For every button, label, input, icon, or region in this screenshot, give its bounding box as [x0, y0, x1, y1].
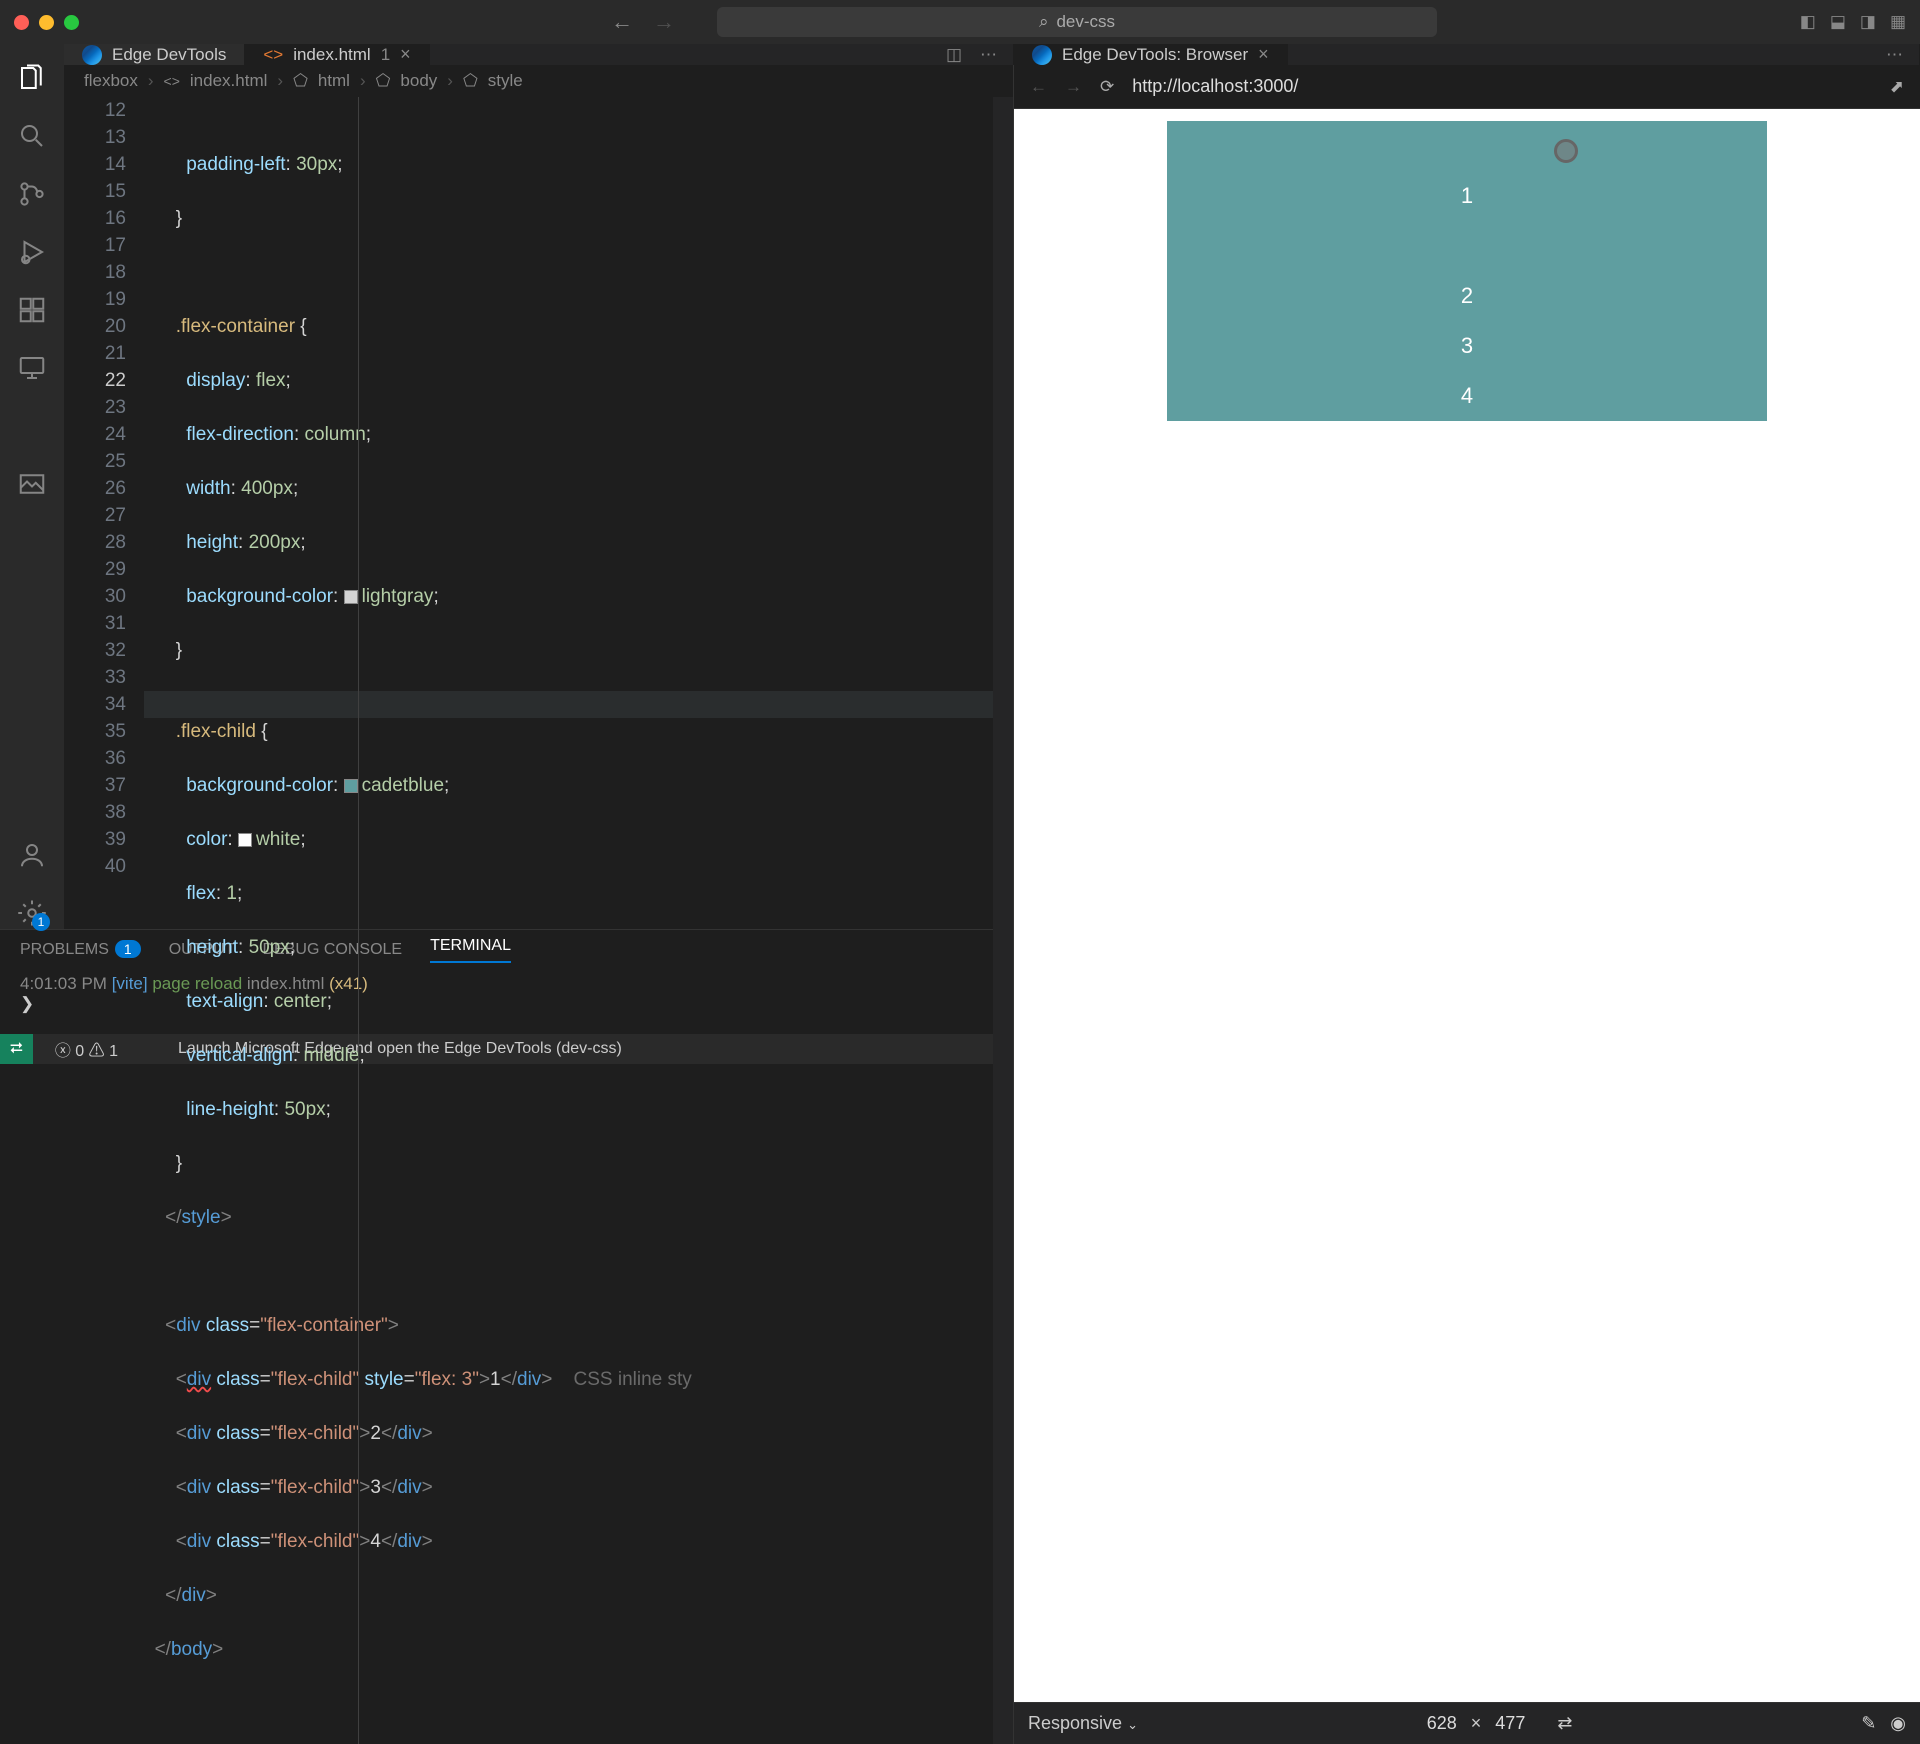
html-file-icon: <> [263, 45, 283, 65]
device-toolbar: Responsive ⌄ 628 × 477 ⇄ ✎ ◉ [1014, 1702, 1920, 1744]
maximize-window[interactable] [64, 15, 79, 30]
customize-layout-icon[interactable]: ▦ [1890, 12, 1906, 32]
reload-icon[interactable]: ⟳ [1100, 77, 1114, 97]
rotate-icon[interactable]: ⇄ [1557, 1713, 1572, 1734]
window-controls [14, 15, 79, 30]
crumb[interactable]: html [318, 71, 350, 91]
run-debug-icon[interactable] [16, 236, 48, 268]
edge-icon [82, 45, 102, 65]
edge-icon [1032, 45, 1052, 65]
eye-icon[interactable]: ◉ [1890, 1713, 1906, 1734]
explorer-icon[interactable] [16, 62, 48, 94]
tab-label: index.html [293, 45, 370, 65]
edge-devtools-icon[interactable] [16, 410, 48, 442]
dirty-count: 1 [381, 45, 390, 65]
activity-bar: 1 [0, 44, 64, 929]
layout-controls: ◧ ⬓ ◨ ▦ [1800, 12, 1906, 32]
dimension-separator-icon: × [1471, 1713, 1482, 1734]
settings-badge: 1 [32, 913, 50, 931]
crumb[interactable]: flexbox [84, 71, 138, 91]
crumb[interactable]: style [488, 71, 523, 91]
browser-forward-icon[interactable]: → [1065, 77, 1082, 97]
browser-preview: ← → ⟳ http://localhost:3000/ ⬈ 1 2 3 4 [1014, 65, 1920, 1744]
editor-tabs: Edge DevTools <> index.html 1 × ◫ ⋯ Edge… [64, 44, 1920, 65]
url-bar[interactable]: http://localhost:3000/ [1132, 76, 1298, 97]
nav-back-icon[interactable]: ← [611, 9, 633, 35]
toggle-primary-sidebar-icon[interactable]: ◧ [1800, 12, 1816, 32]
accounts-icon[interactable] [16, 839, 48, 871]
search-sidebar-icon[interactable] [16, 120, 48, 152]
preview-viewport[interactable]: 1 2 3 4 [1014, 109, 1920, 1702]
tab-index-html[interactable]: <> index.html 1 × [245, 44, 429, 65]
titlebar: ← → ⌕ dev-css ◧ ⬓ ◨ ▦ [0, 0, 1920, 44]
browser-toolbar: ← → ⟳ http://localhost:3000/ ⬈ [1014, 65, 1920, 109]
code-editor[interactable]: flexbox› <> index.html› ⬠ html› ⬠ body› … [64, 65, 1014, 1744]
tab-edge-devtools[interactable]: Edge DevTools [64, 44, 245, 65]
workspace-name: dev-css [1056, 12, 1115, 32]
rendered-item: 3 [1167, 321, 1767, 371]
screencast-cursor-icon [1554, 139, 1578, 163]
close-tab-icon[interactable]: × [400, 44, 411, 65]
tab-label: Edge DevTools [112, 45, 226, 65]
viewport-width[interactable]: 628 [1427, 1713, 1457, 1734]
rendered-item: 2 [1167, 271, 1767, 321]
extensions-icon[interactable] [16, 294, 48, 326]
line-gutter: 1213141516171819202122232425262728293031… [64, 97, 144, 1744]
tab-edge-browser[interactable]: Edge DevTools: Browser × [1014, 44, 1288, 65]
code-content[interactable]: padding-left: 30px; } .flex-container { … [144, 97, 1013, 1744]
breadcrumb[interactable]: flexbox› <> index.html› ⬠ html› ⬠ body› … [64, 65, 1013, 97]
more-actions-icon[interactable]: ⋯ [1886, 45, 1903, 65]
crumb[interactable]: index.html [190, 71, 267, 91]
remote-explorer-icon[interactable] [16, 352, 48, 384]
toggle-panel-icon[interactable]: ⬓ [1830, 12, 1846, 32]
device-mode[interactable]: Responsive ⌄ [1028, 1713, 1138, 1734]
source-control-icon[interactable] [16, 178, 48, 210]
brackets-icon: ⬠ [293, 71, 308, 91]
viewport-height[interactable]: 477 [1495, 1713, 1525, 1734]
image-viewer-icon[interactable] [16, 468, 48, 500]
minimap[interactable] [993, 97, 1013, 1744]
rendered-item: 1 [1167, 121, 1767, 271]
split-editor-icon[interactable]: ◫ [946, 45, 962, 65]
more-actions-icon[interactable]: ⋯ [980, 45, 997, 65]
brackets-icon: ⬠ [376, 71, 391, 91]
command-center[interactable]: ⌕ dev-css [717, 7, 1437, 37]
remote-indicator[interactable]: ⮂ [0, 1034, 33, 1064]
nav-forward-icon[interactable]: → [653, 9, 675, 35]
crumb[interactable]: body [400, 71, 437, 91]
edit-icon[interactable]: ✎ [1861, 1713, 1876, 1734]
rendered-item: 4 [1167, 371, 1767, 421]
close-window[interactable] [14, 15, 29, 30]
browser-back-icon[interactable]: ← [1030, 77, 1047, 97]
html-file-icon: <> [164, 73, 180, 89]
close-tab-icon[interactable]: × [1258, 44, 1269, 65]
rendered-flex-container: 1 2 3 4 [1167, 121, 1767, 421]
toggle-secondary-sidebar-icon[interactable]: ◨ [1860, 12, 1876, 32]
search-icon: ⌕ [1039, 12, 1049, 32]
tab-label: Edge DevTools: Browser [1062, 45, 1248, 65]
settings-gear-icon[interactable]: 1 [16, 897, 48, 929]
inline-hint: CSS inline sty [574, 1369, 692, 1390]
minimize-window[interactable] [39, 15, 54, 30]
inspect-icon[interactable]: ⬈ [1890, 77, 1904, 97]
brackets-icon: ⬠ [463, 71, 478, 91]
